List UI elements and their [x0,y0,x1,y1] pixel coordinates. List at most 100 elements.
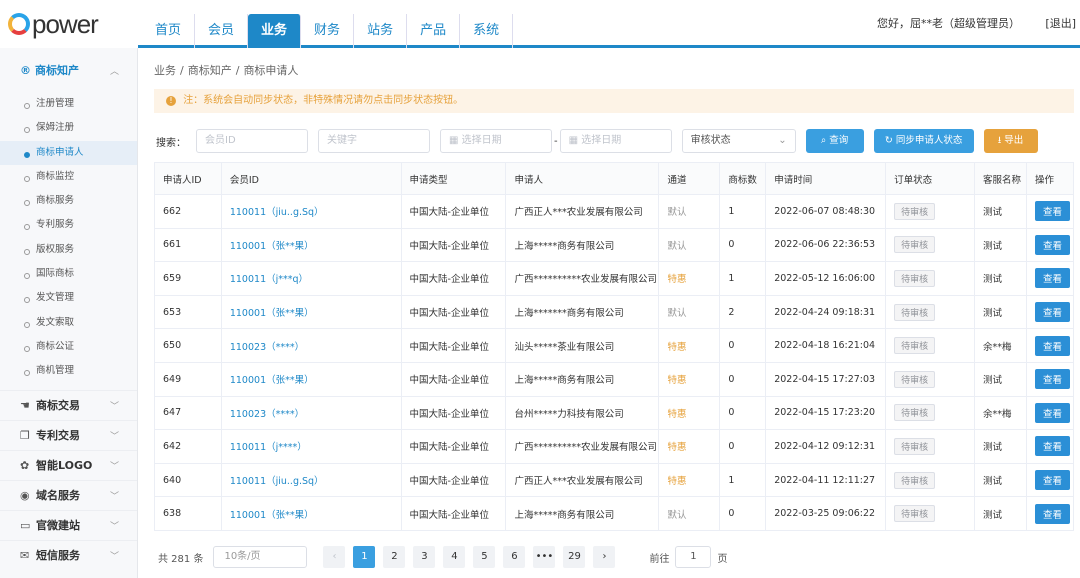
page-button-3[interactable]: 4 [443,546,466,568]
page-size-select[interactable]: 10条/页 [213,546,308,568]
page-button-7[interactable]: 29 [563,546,586,568]
sidebar-group-1[interactable]: ❐ 专利交易 ﹀ [0,419,137,450]
sidebar-item-2[interactable]: 商标申请人 [0,140,137,165]
member-id-link[interactable]: 110001（张**果） [230,308,314,319]
view-button[interactable]: 查看 [1034,369,1070,390]
page-button-6[interactable]: ••• [533,546,556,568]
channel-label: 默认 [667,240,687,252]
sync-status-button[interactable]: ↻ 同步申请人状态 [873,129,974,153]
breadcrumb-part-4[interactable]: 商标申请人 [243,64,298,77]
table-row: 653 110001（张**果） 中国大陆-企业单位 上海*******商务有限公司 默… [154,294,1075,330]
table-cell: 0 [719,328,767,363]
sidebar-group-3[interactable]: ◉ 域名服务 ﹀ [0,479,137,510]
sidebar-item-8[interactable]: 发文管理 [0,286,137,310]
sidebar-item-11[interactable]: 商机管理 [0,359,137,383]
keyword-input[interactable]: 关键字 [318,129,430,153]
table-cell: 0 [719,496,767,531]
cell-text: 测试 [983,442,1003,454]
view-button[interactable]: 查看 [1034,268,1070,289]
member-id-link[interactable]: 110011（j****） [230,442,307,453]
tab-3[interactable]: 财务 [301,14,355,48]
member-id-link[interactable]: 110001（张**果） [230,510,314,521]
page-button-2[interactable]: 3 [413,546,436,568]
breadcrumb-part-3: / [235,64,240,77]
member-id-link[interactable]: 110011（jiu..g.Sq） [230,476,324,487]
view-button[interactable]: 查看 [1034,302,1070,323]
tab-4[interactable]: 站务 [354,14,408,48]
table-cell: 默认 [658,496,721,531]
view-button[interactable]: 查看 [1034,503,1070,524]
logout-link[interactable]: [退出] [1045,15,1076,31]
sidebar-item-9[interactable]: 发文索取 [0,311,137,335]
sidebar-item-3[interactable]: 商标监控 [0,165,137,189]
cell-text: 测试 [983,274,1003,286]
sidebar-item-6[interactable]: 版权服务 [0,238,137,262]
view-button[interactable]: 查看 [1034,470,1070,491]
table-cell: 查看 [1025,395,1075,431]
logo: power [0,0,138,48]
tab-6[interactable]: 系统 [460,14,514,48]
tab-5[interactable]: 产品 [407,14,461,48]
view-button[interactable]: 查看 [1034,234,1070,255]
sidebar-item-5[interactable]: 专利服务 [0,213,137,237]
page-button-5[interactable]: 6 [503,546,526,568]
cell-text: 1 [728,205,735,217]
tab-0[interactable]: 首页 [142,14,196,48]
table-cell: 待审核 [885,395,975,431]
chevron-down-icon: ﹀ [109,521,119,532]
view-button[interactable]: 查看 [1034,436,1070,457]
export-button[interactable]: ⭳ 导出 [983,129,1038,153]
cell-text: 上海*****商务有限公司 [514,375,615,387]
chevron-down-icon: ﹀ [109,551,119,562]
table-cell: 110001（张**果） [220,361,402,397]
sidebar-section-trademark[interactable]: ® 商标知产 ︿ [0,48,137,92]
date-end-input[interactable]: ▦ 选择日期 [559,129,672,153]
sidebar-item-10[interactable]: 商标公证 [0,335,137,359]
sidebar-item-1[interactable]: 保姆注册 [0,116,137,140]
member-id-input[interactable]: 会员ID [196,129,308,153]
sidebar-group-0[interactable]: ☚ 商标交易 ﹀ [0,389,137,420]
member-id-link[interactable]: 110011（j***q） [230,274,308,285]
member-id-link[interactable]: 110001（张**果） [230,375,314,386]
table-cell: 测试 [974,294,1027,330]
status-select[interactable]: 审核状态 ⌄ [681,129,796,153]
view-button[interactable]: 查看 [1034,335,1070,356]
sidebar-group-5[interactable]: ✉ 短信服务 ﹀ [0,539,137,570]
sidebar-group-2[interactable]: ✿ 智能LOGO ﹀ [0,449,137,480]
breadcrumb-part-0[interactable]: 业务 [154,64,176,77]
member-id-link[interactable]: 110023（****） [230,342,304,353]
query-button[interactable]: ⌕ 查询 [805,129,864,153]
view-button[interactable]: 查看 [1034,402,1070,423]
page-button-0[interactable]: 1 [353,546,376,568]
page-button-1[interactable]: 2 [383,546,406,568]
prev-page-button[interactable]: ‹ [323,546,346,568]
sidebar-item-7[interactable]: 国际商标 [0,262,137,286]
member-id-link[interactable]: 110001（张**果） [230,241,314,252]
table-cell: 待审核 [885,194,975,229]
cell-text: 0 [728,340,735,352]
channel-label: 特惠 [667,408,687,420]
logo-mark-icon [8,13,30,35]
cell-text: 测试 [983,509,1003,521]
table-cell: 中国大陆-企业单位 [400,395,507,431]
view-button[interactable]: 查看 [1034,201,1070,222]
table-row: 650 110023（****） 中国大陆-企业单位 汕头*****茶业有限公司 特惠 0… [154,328,1075,363]
goto-page-input[interactable]: 1 [675,546,712,568]
table-cell: 2022-04-12 09:12:31 [765,429,887,464]
cell-text: 2022-04-12 09:12:31 [774,440,876,452]
sidebar-item-0[interactable]: 注册管理 [0,92,137,116]
member-id-link[interactable]: 110023（****） [230,409,304,420]
breadcrumb-part-2[interactable]: 商标知产 [188,64,232,77]
next-page-button[interactable]: › [593,546,616,568]
sidebar-item-4[interactable]: 商标服务 [0,189,137,213]
cell-text: 2022-04-24 09:18:31 [774,306,876,318]
sidebar-group-4[interactable]: ▭ 官微建站 ﹀ [0,509,137,540]
page-button-4[interactable]: 5 [473,546,496,568]
filter-bar: 搜索： 会员ID 关键字 ▦ 选择日期 - ▦ 选择日期 审核状态 ⌄ ⌕ 查询 … [156,129,1048,153]
sidebar: ® 商标知产 ︿ 注册管理 保姆注册 商标申请人 商标监控 商标服务 专利服务 版权服务 国际… [0,48,138,578]
member-id-link[interactable]: 110011（jiu..g.Sq） [230,207,324,218]
tab-1[interactable]: 会员 [195,14,249,48]
date-start-input[interactable]: ▦ 选择日期 [440,129,552,153]
tab-2[interactable]: 业务 [248,14,302,48]
status-badge: 待审核 [894,269,936,287]
